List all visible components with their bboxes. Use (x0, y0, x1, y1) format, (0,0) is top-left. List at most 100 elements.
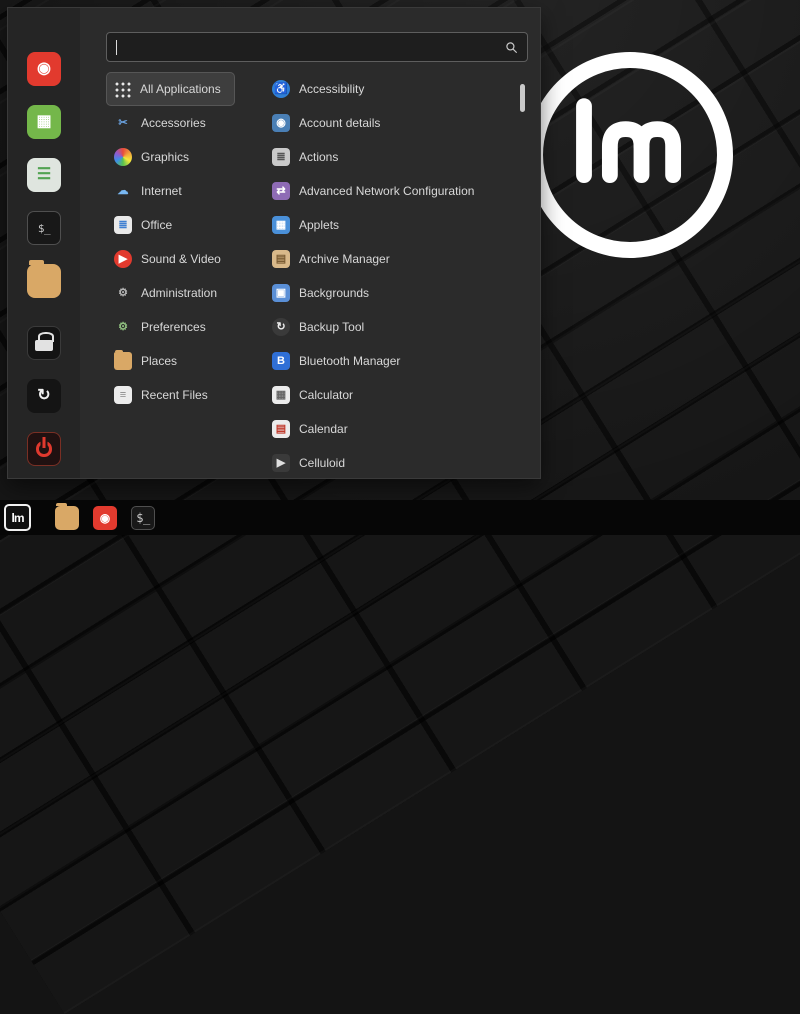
backgrounds-icon: ▣ (272, 284, 290, 302)
category-office[interactable]: ≣ Office (106, 208, 186, 242)
menu-main: All Applications ✂ Accessories Graphics ☁Int… (80, 8, 540, 478)
item-label: Accessories (141, 116, 206, 130)
mint-desktop-logo (527, 52, 733, 258)
category-recent-files[interactable]: ≡ Recent Files (106, 378, 222, 412)
sidebar-bottom: ↻ (27, 326, 61, 466)
app-archive-manager[interactable]: ▤ Archive Manager (264, 242, 528, 276)
taskbar-files-button[interactable] (55, 506, 79, 530)
accessibility-icon: ♿ (272, 80, 290, 98)
item-label: Internet (141, 184, 182, 198)
sidebar-power-button[interactable] (27, 432, 61, 466)
preferences-icon: ⚙ (114, 318, 132, 336)
mint-menu-panel: ◉ ▦ ☰ $_ ↻ All Applications ✂ Accessories Grap… (8, 8, 540, 478)
search-input[interactable] (120, 39, 505, 56)
logout-icon: ↻ (27, 379, 61, 413)
system-settings-icon: ☰ (27, 158, 61, 192)
item-label: Applets (299, 218, 339, 232)
files-icon (55, 506, 79, 530)
app-bluetooth-manager[interactable]: B Bluetooth Manager (264, 344, 528, 378)
item-label: Actions (299, 150, 338, 164)
app-actions[interactable]: ≣ Actions (264, 140, 528, 174)
item-label: Archive Manager (299, 252, 390, 266)
category-preferences[interactable]: ⚙ Preferences (106, 310, 220, 344)
sidebar-top: ◉ ▦ ☰ $_ (27, 52, 61, 298)
category-list: All Applications ✂ Accessories Graphics ☁Int… (106, 72, 264, 476)
app-advanced-network-configuration[interactable]: ⇄ Advanced Network Configuration (264, 174, 528, 208)
actions-icon: ≣ (272, 148, 290, 166)
app-calendar[interactable]: ▤Calendar (264, 412, 528, 446)
item-label: Bluetooth Manager (299, 354, 400, 368)
terminal-icon: $_ (27, 211, 61, 245)
item-label: Preferences (141, 320, 206, 334)
category-administration[interactable]: ⚙ Administration (106, 276, 231, 310)
app-backup-tool[interactable]: ↻ Backup Tool (264, 310, 528, 344)
menu-columns: All Applications ✂ Accessories Graphics ☁Int… (106, 72, 528, 476)
category-accessories[interactable]: ✂ Accessories (106, 106, 220, 140)
firefox-icon: ◉ (93, 506, 117, 530)
app-list: ♿ Accessibility ◉Account details ≣ Actions ⇄ A… (264, 72, 528, 476)
item-label: Backgrounds (299, 286, 369, 300)
search-icon (505, 41, 518, 54)
category-places[interactable]: Places (106, 344, 191, 378)
taskbar: lm ◉ $_ (0, 500, 800, 535)
app-list-scrollbar[interactable] (520, 84, 525, 112)
applets-icon: ▦ (272, 216, 290, 234)
app-account-details[interactable]: ◉Account details (264, 106, 528, 140)
item-label: Graphics (141, 150, 189, 164)
app-applets[interactable]: ▦ Applets (264, 208, 528, 242)
files-icon (27, 264, 61, 298)
category-all-applications[interactable]: All Applications (106, 72, 235, 106)
item-label: All Applications (140, 82, 221, 96)
item-label: Places (141, 354, 177, 368)
mint-menu-icon: lm (4, 504, 31, 531)
backup-tool-icon: ↻ (272, 318, 290, 336)
taskbar-firefox-button[interactable]: ◉ (93, 506, 117, 530)
places-icon (114, 352, 132, 370)
administration-icon: ⚙ (114, 284, 132, 302)
sidebar-terminal-button[interactable]: $_ (27, 211, 61, 245)
power-icon (27, 432, 61, 466)
taskbar-terminal-button[interactable]: $_ (131, 506, 155, 530)
category-internet[interactable]: ☁Internet (106, 174, 196, 208)
category-sound-video[interactable]: ▶ Sound & Video (106, 242, 235, 276)
taskbar-items: lm ◉ $_ (4, 504, 169, 531)
item-label: Advanced Network Configuration (299, 184, 474, 198)
app-accessibility[interactable]: ♿ Accessibility (264, 72, 528, 106)
advanced-network-configuration-icon: ⇄ (272, 182, 290, 200)
item-label: Calendar (299, 422, 348, 436)
office-icon: ≣ (114, 216, 132, 234)
recent-files-icon: ≡ (114, 386, 132, 404)
sound-video-icon: ▶ (114, 250, 132, 268)
app-celluloid[interactable]: ▶ Celluloid (264, 446, 528, 476)
accessories-icon: ✂ (114, 114, 132, 132)
sidebar-logout-button[interactable]: ↻ (27, 379, 61, 413)
software-manager-icon: ▦ (27, 105, 61, 139)
sidebar-firefox-button[interactable]: ◉ (27, 52, 61, 86)
sidebar-software-manager-button[interactable]: ▦ (27, 105, 61, 139)
sidebar-lock-screen-button[interactable] (27, 326, 61, 360)
menu-sidebar: ◉ ▦ ☰ $_ ↻ (8, 8, 80, 478)
taskbar-menu-button[interactable]: lm (4, 504, 31, 531)
item-label: Backup Tool (299, 320, 364, 334)
app-calculator[interactable]: ▦ Calculator (264, 378, 528, 412)
app-backgrounds[interactable]: ▣ Backgrounds (264, 276, 528, 310)
item-label: Recent Files (141, 388, 208, 402)
archive-manager-icon: ▤ (272, 250, 290, 268)
text-caret (116, 40, 117, 55)
item-label: Administration (141, 286, 217, 300)
graphics-icon (114, 148, 132, 166)
search-bar (106, 32, 528, 62)
item-label: Accessibility (299, 82, 364, 96)
item-label: Sound & Video (141, 252, 221, 266)
sidebar-system-settings-button[interactable]: ☰ (27, 158, 61, 192)
mint-logo-lm-icon (561, 86, 699, 201)
category-graphics[interactable]: Graphics (106, 140, 203, 174)
lock-screen-icon (27, 326, 61, 360)
item-label: Calculator (299, 388, 353, 402)
item-label: Celluloid (299, 456, 345, 470)
item-label: Office (141, 218, 172, 232)
calculator-icon: ▦ (272, 386, 290, 404)
bluetooth-manager-icon: B (272, 352, 290, 370)
celluloid-icon: ▶ (272, 454, 290, 472)
sidebar-files-button[interactable] (27, 264, 61, 298)
